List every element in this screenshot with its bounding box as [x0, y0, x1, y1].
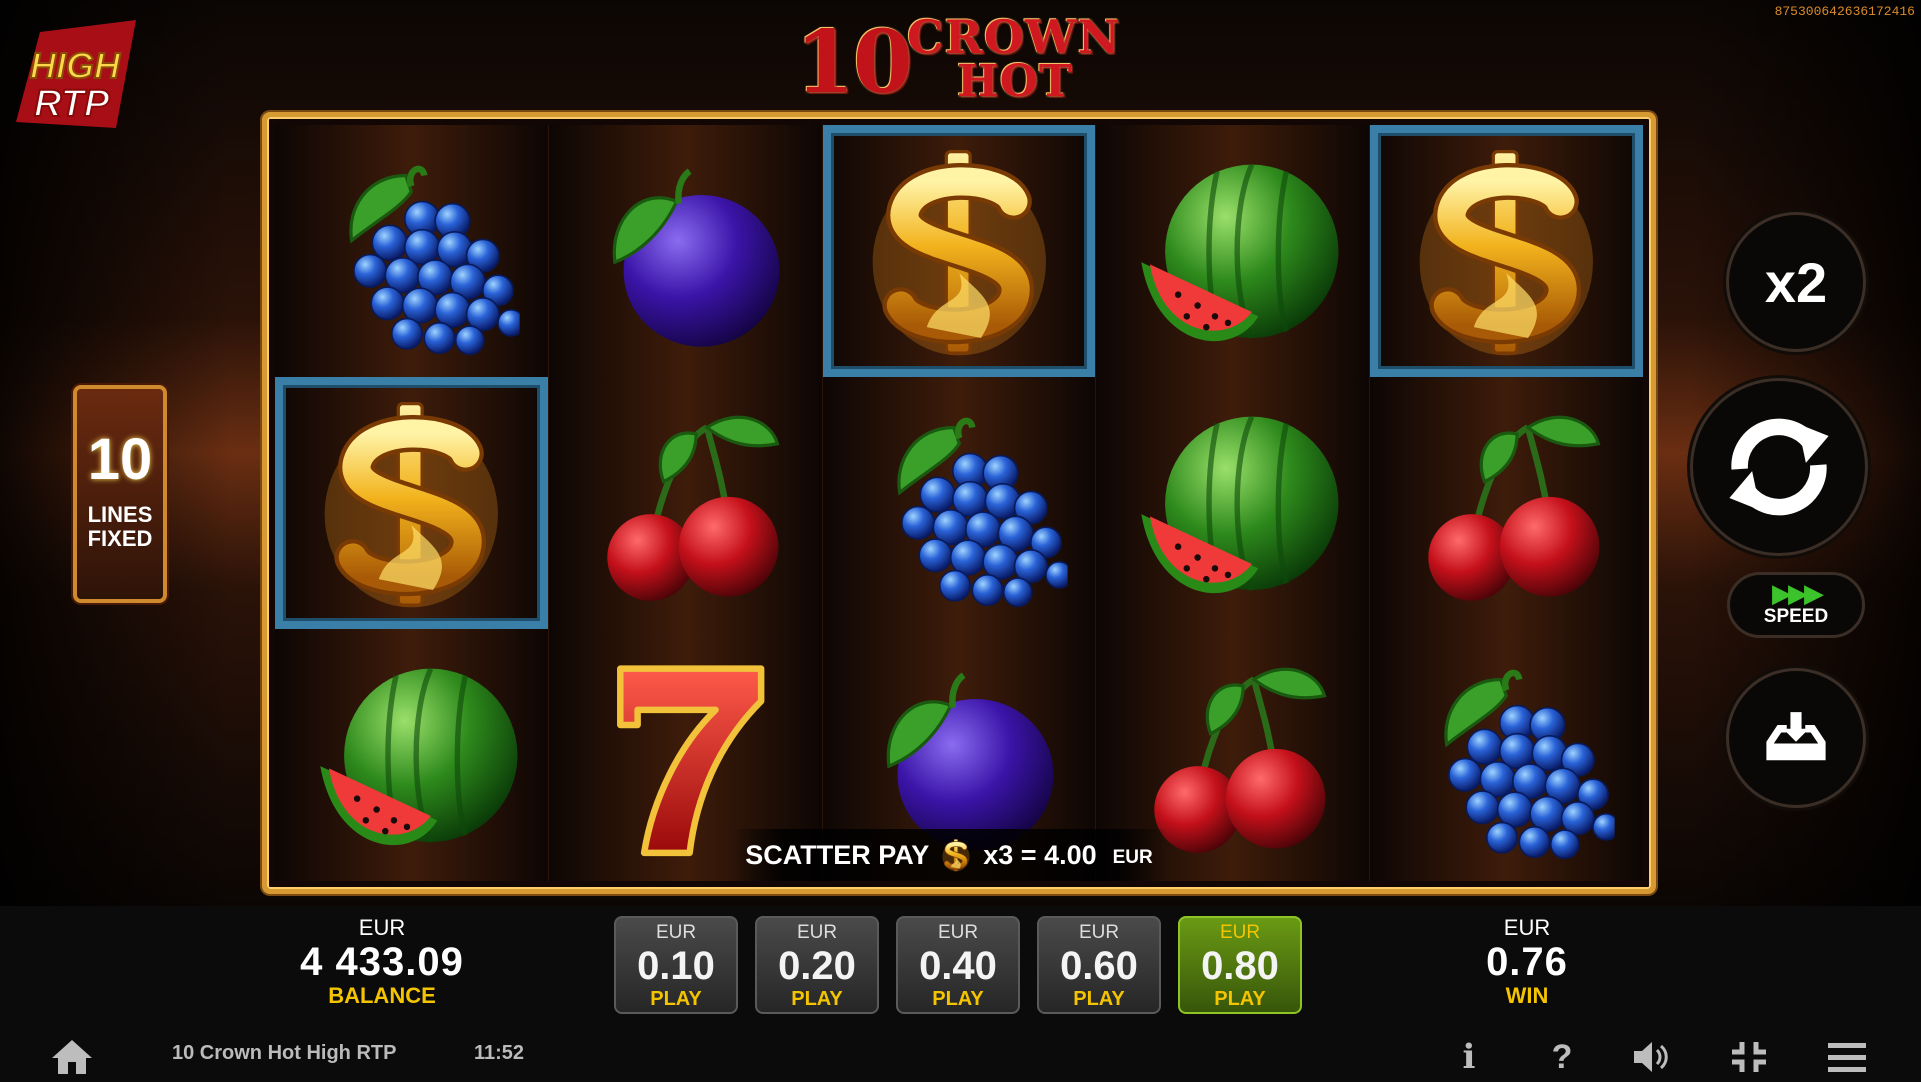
lines-count: 10 — [87, 427, 153, 492]
win-display: EUR 0.76 WIN — [1460, 916, 1594, 1008]
spin-button[interactable] — [1690, 378, 1868, 556]
title-word-hot: HOT — [957, 56, 1073, 107]
reel-cell — [822, 125, 1096, 377]
menu-icon[interactable] — [1826, 1038, 1868, 1076]
reel-cell — [1096, 125, 1369, 377]
spin-arrows-icon — [1729, 418, 1829, 516]
reel-cell — [1370, 125, 1643, 377]
bet-value: 0.60 — [1060, 944, 1138, 988]
bet-currency: EUR — [937, 922, 979, 943]
grapes-icon — [294, 143, 529, 360]
reel-cell — [1096, 377, 1369, 629]
balance-display: EUR 4 433.09 BALANCE — [290, 916, 474, 1008]
bet-caption: PLAY — [1073, 988, 1125, 1010]
home-icon[interactable] — [50, 1038, 94, 1076]
fullscreen-exit-icon[interactable] — [1728, 1038, 1770, 1076]
footer-bar: 10 Crown Hot High RTP 11:52 i ? — [0, 1032, 1921, 1082]
dollar-icon — [1389, 143, 1624, 360]
win-caption: WIN — [1505, 983, 1549, 1008]
watermelon-icon — [1115, 143, 1350, 360]
scatter-pay-bar: SCATTER PAY x3 = 4.00 EUR — [731, 829, 1167, 881]
round-id: 875300642636172416 — [1774, 4, 1915, 19]
logo-line1: HIGH — [30, 45, 121, 86]
bet-currency: EUR — [1219, 922, 1261, 943]
bet-currency: EUR — [655, 922, 697, 943]
bet-caption: PLAY — [791, 988, 843, 1010]
game-title: 10 CROWN HOT — [785, 4, 1155, 113]
multiplier-label: x2 — [1764, 250, 1828, 314]
balance-currency: EUR — [358, 915, 406, 940]
help-icon[interactable]: ? — [1541, 1038, 1583, 1076]
dollar-icon — [842, 143, 1077, 360]
grapes-icon — [1389, 647, 1624, 864]
reel-frame: SCATTER PAY x3 = 4.00 EUR — [262, 112, 1656, 894]
reel-4 — [1096, 125, 1371, 881]
reel-cell — [275, 376, 548, 629]
bet-value: 0.20 — [778, 944, 856, 988]
scatter-label: SCATTER PAY — [745, 839, 930, 870]
high-rtp-logo: HIGH RTP — [12, 12, 142, 142]
reel-2 — [548, 125, 823, 881]
reel-5 — [1370, 125, 1643, 881]
multiplier-button[interactable]: x2 — [1726, 212, 1866, 352]
sound-icon[interactable] — [1630, 1038, 1672, 1076]
game-name: 10 Crown Hot High RTP — [172, 1042, 397, 1064]
bet-button-4[interactable]: EUR 0.80 PLAY — [1178, 916, 1302, 1014]
scatter-currency: EUR — [1112, 847, 1153, 868]
bet-value: 0.40 — [919, 944, 997, 988]
reel-cell — [275, 629, 548, 881]
collect-button[interactable] — [1726, 668, 1866, 808]
logo-line2: RTP — [34, 83, 110, 125]
speed-button[interactable]: ▶▶▶ SPEED — [1727, 572, 1865, 638]
bet-caption: PLAY — [932, 988, 984, 1010]
grapes-icon — [842, 395, 1077, 612]
lines-fixed-label: FIXED — [87, 526, 153, 551]
win-value: 0.76 — [1486, 940, 1568, 984]
cherries-icon — [568, 395, 803, 612]
reel-cell — [823, 377, 1096, 629]
bet-button-0[interactable]: EUR 0.10 PLAY — [614, 916, 738, 1014]
cherries-icon — [1389, 395, 1624, 612]
title-number: 10 — [795, 12, 913, 113]
dollar-icon — [294, 395, 529, 612]
scatter-amount: x3 = 4.00 — [983, 839, 1097, 870]
info-icon[interactable]: i — [1448, 1037, 1490, 1077]
bet-caption: PLAY — [650, 988, 702, 1010]
reel-cell — [549, 377, 822, 629]
reel-cell — [275, 125, 548, 377]
bet-button-2[interactable]: EUR 0.40 PLAY — [896, 916, 1020, 1014]
watermelon-icon — [1115, 395, 1350, 612]
reels — [275, 125, 1643, 881]
reel-3 — [822, 125, 1097, 881]
reel-cell — [1370, 629, 1643, 881]
bet-button-1[interactable]: EUR 0.20 PLAY — [755, 916, 879, 1014]
download-tray-icon — [1766, 712, 1826, 761]
plum-icon — [568, 143, 803, 360]
bet-value: 0.80 — [1201, 944, 1279, 988]
watermelon-icon — [294, 647, 529, 864]
lines-label: LINES — [87, 502, 153, 527]
speed-label: SPEED — [1763, 606, 1829, 627]
clock: 11:52 — [474, 1042, 525, 1064]
balance-value: 4 433.09 — [300, 940, 464, 984]
bet-value: 0.10 — [637, 944, 715, 988]
bottom-panel: EUR 4 433.09 BALANCE EUR 0.10 PLAY EUR 0… — [0, 906, 1921, 1082]
reel-cell — [549, 125, 822, 377]
bet-currency: EUR — [1078, 922, 1120, 943]
balance-caption: BALANCE — [328, 983, 436, 1008]
bet-button-3[interactable]: EUR 0.60 PLAY — [1037, 916, 1161, 1014]
fast-forward-icon: ▶▶▶ — [1772, 578, 1824, 608]
bet-caption: PLAY — [1214, 988, 1266, 1010]
bet-selector: EUR 0.10 PLAY EUR 0.20 PLAY EUR 0.40 PLA… — [614, 916, 1302, 1014]
reel-1 — [275, 125, 549, 881]
dollar-icon — [939, 838, 973, 872]
lines-badge: 10 LINES FIXED — [73, 385, 167, 603]
reel-cell — [1370, 377, 1643, 629]
bet-currency: EUR — [796, 922, 838, 943]
win-currency: EUR — [1503, 915, 1551, 940]
